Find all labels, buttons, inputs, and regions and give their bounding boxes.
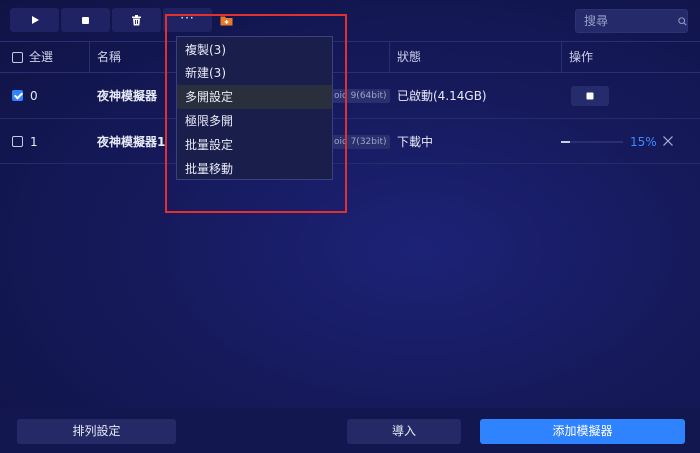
stop-emulator-button[interactable] <box>571 86 609 106</box>
more-icon: ··· <box>180 11 195 25</box>
cancel-download-button[interactable] <box>662 135 674 147</box>
sort-settings-button[interactable]: 排列設定 <box>17 419 176 444</box>
action-column-header: 操作 <box>569 50 594 64</box>
add-emulator-button[interactable]: 添加模擬器 <box>480 419 685 444</box>
menu-item-multi-instance-settings[interactable]: 多開設定 <box>177 85 332 109</box>
emulator-name: 夜神模擬器1 <box>97 135 166 149</box>
import-button[interactable]: 導入 <box>347 419 461 444</box>
select-all-label: 全選 <box>29 50 54 64</box>
row-checkbox[interactable] <box>12 90 23 101</box>
menu-item-batch-settings[interactable]: 批量設定 <box>177 133 332 157</box>
table-header: 全選 名稱 狀態 操作 <box>0 41 700 73</box>
android-version-tag: oid 7(32bit) <box>331 135 390 149</box>
download-progress-fill <box>561 141 571 143</box>
play-button[interactable] <box>10 8 59 32</box>
trash-icon <box>132 14 141 25</box>
play-icon <box>31 16 39 24</box>
folder-add-icon <box>220 16 232 25</box>
select-all-checkbox[interactable] <box>12 52 23 63</box>
status-text: 已啟動(4.14GB) <box>397 89 487 103</box>
name-column-header: 名稱 <box>97 50 122 64</box>
search-box <box>575 9 688 33</box>
menu-item-extreme-multi-instance[interactable]: 極限多開 <box>177 109 332 133</box>
more-button[interactable]: ··· <box>163 8 212 32</box>
column-divider <box>389 42 390 73</box>
column-divider <box>561 42 562 73</box>
row-index: 1 <box>30 135 38 149</box>
status-text: 下載中 <box>397 135 434 149</box>
stop-button[interactable] <box>61 8 110 32</box>
column-divider <box>89 42 90 73</box>
menu-item-batch-move[interactable]: 批量移動 <box>177 157 332 181</box>
stop-icon <box>82 16 89 24</box>
download-progress-text: 15% <box>630 135 657 149</box>
close-icon <box>663 136 673 146</box>
add-folder-button[interactable] <box>214 8 238 32</box>
row-checkbox[interactable] <box>12 136 23 147</box>
emulator-name: 夜神模擬器 <box>97 89 158 103</box>
menu-item-new[interactable]: 新建(3) <box>177 61 332 85</box>
android-version-tag: oid 9(64bit) <box>331 89 390 103</box>
menu-item-copy[interactable]: 複製(3) <box>177 38 332 62</box>
more-dropdown-menu: 複製(3) 新建(3) 多開設定 極限多開 批量設定 批量移動 <box>176 36 333 180</box>
stop-icon <box>586 92 594 100</box>
row-index: 0 <box>30 89 38 103</box>
search-input[interactable] <box>582 13 672 29</box>
delete-button[interactable] <box>112 8 161 32</box>
status-column-header: 狀態 <box>397 50 422 64</box>
search-icon[interactable] <box>678 16 687 27</box>
download-progress-bar <box>561 141 623 143</box>
